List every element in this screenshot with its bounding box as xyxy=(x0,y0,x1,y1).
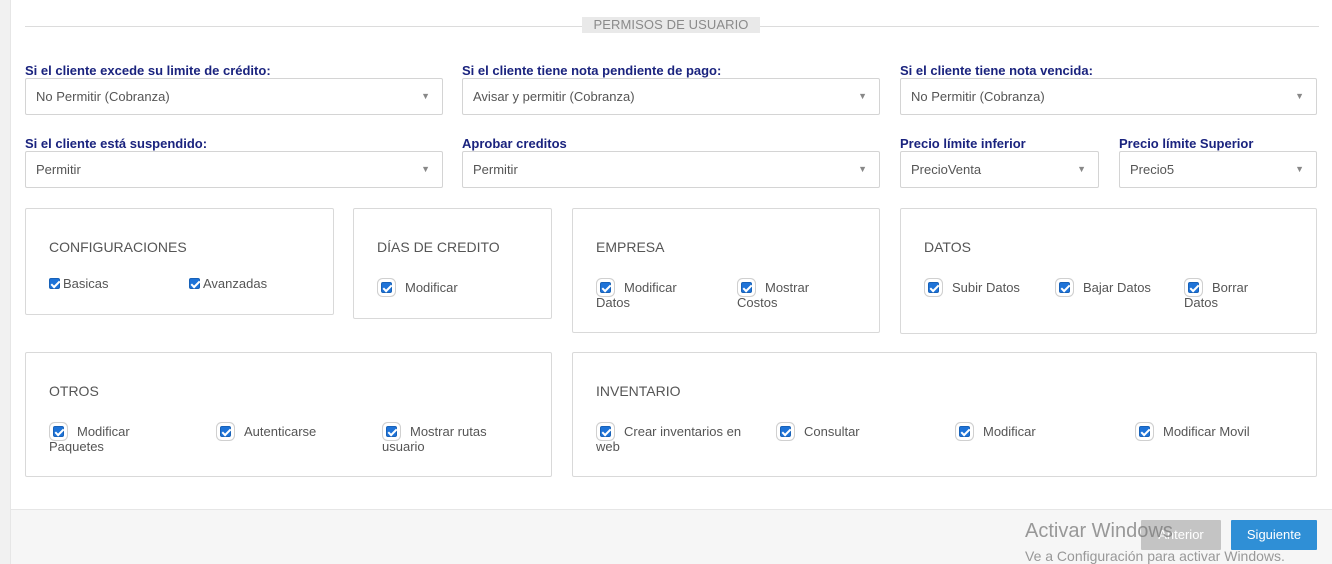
chevron-down-icon: ▼ xyxy=(1077,164,1086,174)
chevron-down-icon: ▼ xyxy=(421,91,430,101)
aprobar-creditos-select[interactable]: Permitir ▼ xyxy=(462,151,880,188)
limite-credito-select[interactable]: No Permitir (Cobranza) ▼ xyxy=(25,78,443,115)
subir-datos-checkbox[interactable]: Subir Datos xyxy=(924,280,1020,295)
inventario-title: INVENTARIO xyxy=(596,383,681,399)
empresa-modificar-datos-checkbox[interactable]: Modificar Datos xyxy=(596,280,677,310)
checkbox-checked-icon xyxy=(780,426,791,437)
consultar-checkbox[interactable]: Consultar xyxy=(776,424,860,439)
empresa-mostrar-label: Mostrar xyxy=(765,280,810,295)
autenticarse-checkbox[interactable]: Autenticarse xyxy=(216,424,316,439)
empresa-group: EMPRESA Modificar Datos Mostrar Costos xyxy=(572,208,880,333)
limite-credito-value: No Permitir (Cobranza) xyxy=(36,89,170,104)
consultar-label: Consultar xyxy=(804,424,860,439)
checkbox-checked-icon xyxy=(741,282,752,293)
checkbox-checked-icon xyxy=(959,426,970,437)
autenticarse-label: Autenticarse xyxy=(244,424,317,439)
checkbox-checked-icon xyxy=(928,282,939,293)
usuario-label: usuario xyxy=(382,439,425,454)
precio-inferior-select[interactable]: PrecioVenta ▼ xyxy=(900,151,1099,188)
dias-credito-title: DÍAS DE CREDITO xyxy=(377,239,500,255)
crear-inventarios-checkbox[interactable]: Crear inventarios en web xyxy=(596,424,741,454)
mostrar-rutas-label: Mostrar rutas xyxy=(410,424,487,439)
precio-superior-label: Precio límite Superior xyxy=(1119,136,1254,151)
dias-modificar-label: Modificar xyxy=(405,280,458,295)
aprobar-creditos-value: Permitir xyxy=(473,162,518,177)
chevron-down-icon: ▼ xyxy=(858,91,867,101)
limite-credito-label: Si el cliente excede su limite de crédit… xyxy=(25,63,271,78)
borrar-datos-checkbox[interactable]: Borrar Datos xyxy=(1184,280,1248,310)
checkbox-checked-icon xyxy=(600,426,611,437)
chevron-down-icon: ▼ xyxy=(1295,91,1304,101)
nota-vencida-label: Si el cliente tiene nota vencida: xyxy=(900,63,1093,78)
chevron-down-icon: ▼ xyxy=(858,164,867,174)
empresa-title: EMPRESA xyxy=(596,239,665,255)
mostrar-rutas-checkbox[interactable]: Mostrar rutas usuario xyxy=(382,424,487,454)
windows-activation-watermark-title: Activar Windows xyxy=(1025,520,1173,542)
paquetes-label: Paquetes xyxy=(49,439,104,454)
suspendido-select[interactable]: Permitir ▼ xyxy=(25,151,443,188)
datos-title: DATOS xyxy=(924,239,971,255)
bajar-datos-checkbox[interactable]: Bajar Datos xyxy=(1055,280,1151,295)
modificar-movil-label: Modificar Movil xyxy=(1163,424,1250,439)
checkbox-checked-icon xyxy=(189,278,200,289)
chevron-down-icon: ▼ xyxy=(421,164,430,174)
nota-pendiente-value: Avisar y permitir (Cobranza) xyxy=(473,89,635,104)
checkbox-checked-icon xyxy=(381,282,392,293)
permissions-panel: PERMISOS DE USUARIO Si el cliente excede… xyxy=(10,0,1332,564)
modificar-label: Modificar xyxy=(77,424,130,439)
bajar-datos-label: Bajar Datos xyxy=(1083,280,1151,295)
otros-title: OTROS xyxy=(49,383,99,399)
inventario-modificar-label: Modificar xyxy=(983,424,1036,439)
modificar-paquetes-checkbox[interactable]: Modificar Paquetes xyxy=(49,424,130,454)
datos-group: DATOS Subir Datos Bajar Datos Borrar Dato… xyxy=(900,208,1317,334)
suspendido-value: Permitir xyxy=(36,162,81,177)
precio-inferior-value: PrecioVenta xyxy=(911,162,982,177)
crear-inventarios-label: Crear inventarios en xyxy=(624,424,742,439)
precio-superior-select[interactable]: Precio5 ▼ xyxy=(1119,151,1317,188)
section-title: PERMISOS DE USUARIO xyxy=(582,17,760,33)
chevron-down-icon: ▼ xyxy=(1295,164,1304,174)
next-button[interactable]: Siguiente xyxy=(1231,520,1317,550)
dias-credito-group: DÍAS DE CREDITO Modificar xyxy=(353,208,552,319)
nota-vencida-value: No Permitir (Cobranza) xyxy=(911,89,1045,104)
inventario-group: INVENTARIO Crear inventarios en web Consu… xyxy=(572,352,1317,477)
checkbox-checked-icon xyxy=(1059,282,1070,293)
checkbox-checked-icon xyxy=(220,426,231,437)
inventario-modificar-checkbox[interactable]: Modificar xyxy=(955,424,1036,439)
precio-inferior-label: Precio límite inferior xyxy=(900,136,1026,151)
modificar-movil-checkbox[interactable]: Modificar Movil xyxy=(1135,424,1250,439)
basicas-checkbox[interactable]: Basicas xyxy=(49,276,109,291)
subir-datos-label: Subir Datos xyxy=(952,280,1020,295)
web-label: web xyxy=(596,439,620,454)
nota-pendiente-select[interactable]: Avisar y permitir (Cobranza) ▼ xyxy=(462,78,880,115)
avanzadas-checkbox[interactable]: Avanzadas xyxy=(189,276,267,291)
precio-superior-value: Precio5 xyxy=(1130,162,1175,177)
borrar-label: Borrar xyxy=(1212,280,1249,295)
nota-pendiente-label: Si el cliente tiene nota pendiente de pa… xyxy=(462,63,722,78)
checkbox-checked-icon xyxy=(49,278,60,289)
aprobar-creditos-label: Aprobar creditos xyxy=(462,136,567,151)
empresa-costos-label: Costos xyxy=(737,295,778,310)
checkbox-checked-icon xyxy=(386,426,397,437)
otros-group: OTROS Modificar Paquetes Autenticarse Mos… xyxy=(25,352,552,477)
borrar-datos-label: Datos xyxy=(1184,295,1218,310)
suspendido-label: Si el cliente está suspendido: xyxy=(25,136,208,151)
dias-modificar-checkbox[interactable]: Modificar xyxy=(377,280,458,295)
empresa-modificar-label: Modificar xyxy=(624,280,677,295)
basicas-label: Basicas xyxy=(63,276,109,291)
configuraciones-title: CONFIGURACIONES xyxy=(49,239,187,255)
checkbox-checked-icon xyxy=(53,426,64,437)
wizard-footer: Anterior Siguiente Activar Windows Ve a … xyxy=(11,509,1332,564)
checkbox-checked-icon xyxy=(600,282,611,293)
checkbox-checked-icon xyxy=(1139,426,1150,437)
empresa-datos-label: Datos xyxy=(596,295,630,310)
windows-activation-watermark-subtitle: Ve a Configuración para activar Windows. xyxy=(1025,548,1285,564)
empresa-mostrar-costos-checkbox[interactable]: Mostrar Costos xyxy=(737,280,809,310)
configuraciones-group: CONFIGURACIONES Basicas Avanzadas xyxy=(25,208,334,315)
checkbox-checked-icon xyxy=(1188,282,1199,293)
nota-vencida-select[interactable]: No Permitir (Cobranza) ▼ xyxy=(900,78,1317,115)
avanzadas-label: Avanzadas xyxy=(203,276,268,291)
